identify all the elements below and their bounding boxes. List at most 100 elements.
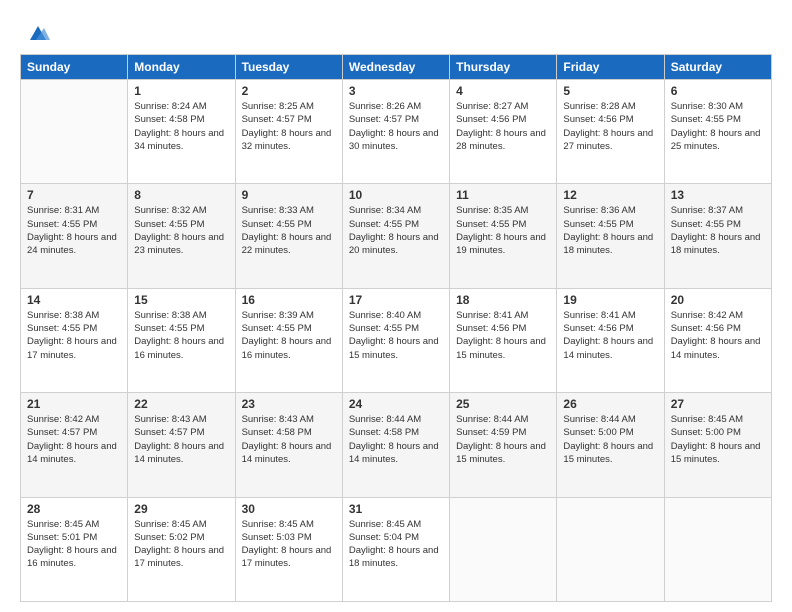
cell-date: 5 (563, 84, 657, 98)
calendar-cell: 1 Sunrise: 8:24 AM Sunset: 4:58 PM Dayli… (128, 80, 235, 184)
cell-info: Sunrise: 8:44 AM Sunset: 4:59 PM Dayligh… (456, 413, 550, 466)
cell-date: 31 (349, 502, 443, 516)
day-header-thursday: Thursday (450, 55, 557, 80)
cell-info: Sunrise: 8:41 AM Sunset: 4:56 PM Dayligh… (456, 309, 550, 362)
calendar-cell: 10 Sunrise: 8:34 AM Sunset: 4:55 PM Dayl… (342, 184, 449, 288)
cell-info: Sunrise: 8:36 AM Sunset: 4:55 PM Dayligh… (563, 204, 657, 257)
cell-info: Sunrise: 8:44 AM Sunset: 4:58 PM Dayligh… (349, 413, 443, 466)
cell-info: Sunrise: 8:24 AM Sunset: 4:58 PM Dayligh… (134, 100, 228, 153)
cell-date: 13 (671, 188, 765, 202)
cell-info: Sunrise: 8:37 AM Sunset: 4:55 PM Dayligh… (671, 204, 765, 257)
day-header-wednesday: Wednesday (342, 55, 449, 80)
calendar-cell: 3 Sunrise: 8:26 AM Sunset: 4:57 PM Dayli… (342, 80, 449, 184)
calendar-cell: 23 Sunrise: 8:43 AM Sunset: 4:58 PM Dayl… (235, 393, 342, 497)
calendar-cell: 14 Sunrise: 8:38 AM Sunset: 4:55 PM Dayl… (21, 288, 128, 392)
day-header-monday: Monday (128, 55, 235, 80)
cell-info: Sunrise: 8:26 AM Sunset: 4:57 PM Dayligh… (349, 100, 443, 153)
cell-date: 26 (563, 397, 657, 411)
calendar-cell: 9 Sunrise: 8:33 AM Sunset: 4:55 PM Dayli… (235, 184, 342, 288)
calendar-cell: 21 Sunrise: 8:42 AM Sunset: 4:57 PM Dayl… (21, 393, 128, 497)
calendar-week-row: 14 Sunrise: 8:38 AM Sunset: 4:55 PM Dayl… (21, 288, 772, 392)
logo (20, 18, 52, 46)
calendar-cell (21, 80, 128, 184)
calendar-week-row: 28 Sunrise: 8:45 AM Sunset: 5:01 PM Dayl… (21, 497, 772, 601)
cell-date: 7 (27, 188, 121, 202)
calendar-cell: 20 Sunrise: 8:42 AM Sunset: 4:56 PM Dayl… (664, 288, 771, 392)
calendar-cell: 6 Sunrise: 8:30 AM Sunset: 4:55 PM Dayli… (664, 80, 771, 184)
calendar-cell: 18 Sunrise: 8:41 AM Sunset: 4:56 PM Dayl… (450, 288, 557, 392)
logo-icon (24, 18, 52, 46)
calendar-cell: 17 Sunrise: 8:40 AM Sunset: 4:55 PM Dayl… (342, 288, 449, 392)
calendar-cell: 13 Sunrise: 8:37 AM Sunset: 4:55 PM Dayl… (664, 184, 771, 288)
cell-date: 18 (456, 293, 550, 307)
cell-date: 6 (671, 84, 765, 98)
cell-info: Sunrise: 8:35 AM Sunset: 4:55 PM Dayligh… (456, 204, 550, 257)
calendar-cell: 15 Sunrise: 8:38 AM Sunset: 4:55 PM Dayl… (128, 288, 235, 392)
calendar-cell: 8 Sunrise: 8:32 AM Sunset: 4:55 PM Dayli… (128, 184, 235, 288)
cell-date: 21 (27, 397, 121, 411)
cell-info: Sunrise: 8:39 AM Sunset: 4:55 PM Dayligh… (242, 309, 336, 362)
cell-info: Sunrise: 8:38 AM Sunset: 4:55 PM Dayligh… (134, 309, 228, 362)
cell-date: 22 (134, 397, 228, 411)
calendar-cell: 5 Sunrise: 8:28 AM Sunset: 4:56 PM Dayli… (557, 80, 664, 184)
cell-info: Sunrise: 8:25 AM Sunset: 4:57 PM Dayligh… (242, 100, 336, 153)
calendar-cell (664, 497, 771, 601)
cell-info: Sunrise: 8:28 AM Sunset: 4:56 PM Dayligh… (563, 100, 657, 153)
header (20, 18, 772, 46)
day-header-sunday: Sunday (21, 55, 128, 80)
calendar-cell: 27 Sunrise: 8:45 AM Sunset: 5:00 PM Dayl… (664, 393, 771, 497)
calendar-cell (450, 497, 557, 601)
cell-info: Sunrise: 8:27 AM Sunset: 4:56 PM Dayligh… (456, 100, 550, 153)
cell-date: 19 (563, 293, 657, 307)
cell-date: 20 (671, 293, 765, 307)
calendar-week-row: 1 Sunrise: 8:24 AM Sunset: 4:58 PM Dayli… (21, 80, 772, 184)
cell-date: 29 (134, 502, 228, 516)
cell-info: Sunrise: 8:42 AM Sunset: 4:57 PM Dayligh… (27, 413, 121, 466)
cell-info: Sunrise: 8:30 AM Sunset: 4:55 PM Dayligh… (671, 100, 765, 153)
cell-date: 24 (349, 397, 443, 411)
cell-info: Sunrise: 8:45 AM Sunset: 5:01 PM Dayligh… (27, 518, 121, 571)
cell-date: 1 (134, 84, 228, 98)
calendar-cell: 12 Sunrise: 8:36 AM Sunset: 4:55 PM Dayl… (557, 184, 664, 288)
cell-info: Sunrise: 8:31 AM Sunset: 4:55 PM Dayligh… (27, 204, 121, 257)
cell-date: 12 (563, 188, 657, 202)
cell-info: Sunrise: 8:42 AM Sunset: 4:56 PM Dayligh… (671, 309, 765, 362)
calendar-cell: 22 Sunrise: 8:43 AM Sunset: 4:57 PM Dayl… (128, 393, 235, 497)
cell-date: 3 (349, 84, 443, 98)
calendar-cell: 11 Sunrise: 8:35 AM Sunset: 4:55 PM Dayl… (450, 184, 557, 288)
calendar-cell: 24 Sunrise: 8:44 AM Sunset: 4:58 PM Dayl… (342, 393, 449, 497)
calendar-cell (557, 497, 664, 601)
cell-info: Sunrise: 8:38 AM Sunset: 4:55 PM Dayligh… (27, 309, 121, 362)
cell-info: Sunrise: 8:43 AM Sunset: 4:57 PM Dayligh… (134, 413, 228, 466)
cell-date: 25 (456, 397, 550, 411)
page: SundayMondayTuesdayWednesdayThursdayFrid… (0, 0, 792, 612)
cell-date: 27 (671, 397, 765, 411)
calendar-cell: 2 Sunrise: 8:25 AM Sunset: 4:57 PM Dayli… (235, 80, 342, 184)
cell-info: Sunrise: 8:45 AM Sunset: 5:04 PM Dayligh… (349, 518, 443, 571)
calendar-cell: 4 Sunrise: 8:27 AM Sunset: 4:56 PM Dayli… (450, 80, 557, 184)
cell-date: 4 (456, 84, 550, 98)
cell-info: Sunrise: 8:33 AM Sunset: 4:55 PM Dayligh… (242, 204, 336, 257)
cell-info: Sunrise: 8:45 AM Sunset: 5:03 PM Dayligh… (242, 518, 336, 571)
cell-info: Sunrise: 8:45 AM Sunset: 5:02 PM Dayligh… (134, 518, 228, 571)
cell-date: 23 (242, 397, 336, 411)
calendar-header-row: SundayMondayTuesdayWednesdayThursdayFrid… (21, 55, 772, 80)
cell-date: 9 (242, 188, 336, 202)
calendar-table: SundayMondayTuesdayWednesdayThursdayFrid… (20, 54, 772, 602)
cell-date: 14 (27, 293, 121, 307)
day-header-saturday: Saturday (664, 55, 771, 80)
calendar-cell: 7 Sunrise: 8:31 AM Sunset: 4:55 PM Dayli… (21, 184, 128, 288)
cell-info: Sunrise: 8:44 AM Sunset: 5:00 PM Dayligh… (563, 413, 657, 466)
cell-date: 17 (349, 293, 443, 307)
cell-info: Sunrise: 8:40 AM Sunset: 4:55 PM Dayligh… (349, 309, 443, 362)
day-header-friday: Friday (557, 55, 664, 80)
cell-date: 11 (456, 188, 550, 202)
day-header-tuesday: Tuesday (235, 55, 342, 80)
cell-info: Sunrise: 8:32 AM Sunset: 4:55 PM Dayligh… (134, 204, 228, 257)
calendar-cell: 31 Sunrise: 8:45 AM Sunset: 5:04 PM Dayl… (342, 497, 449, 601)
cell-date: 8 (134, 188, 228, 202)
cell-date: 16 (242, 293, 336, 307)
cell-info: Sunrise: 8:41 AM Sunset: 4:56 PM Dayligh… (563, 309, 657, 362)
cell-date: 15 (134, 293, 228, 307)
cell-info: Sunrise: 8:45 AM Sunset: 5:00 PM Dayligh… (671, 413, 765, 466)
